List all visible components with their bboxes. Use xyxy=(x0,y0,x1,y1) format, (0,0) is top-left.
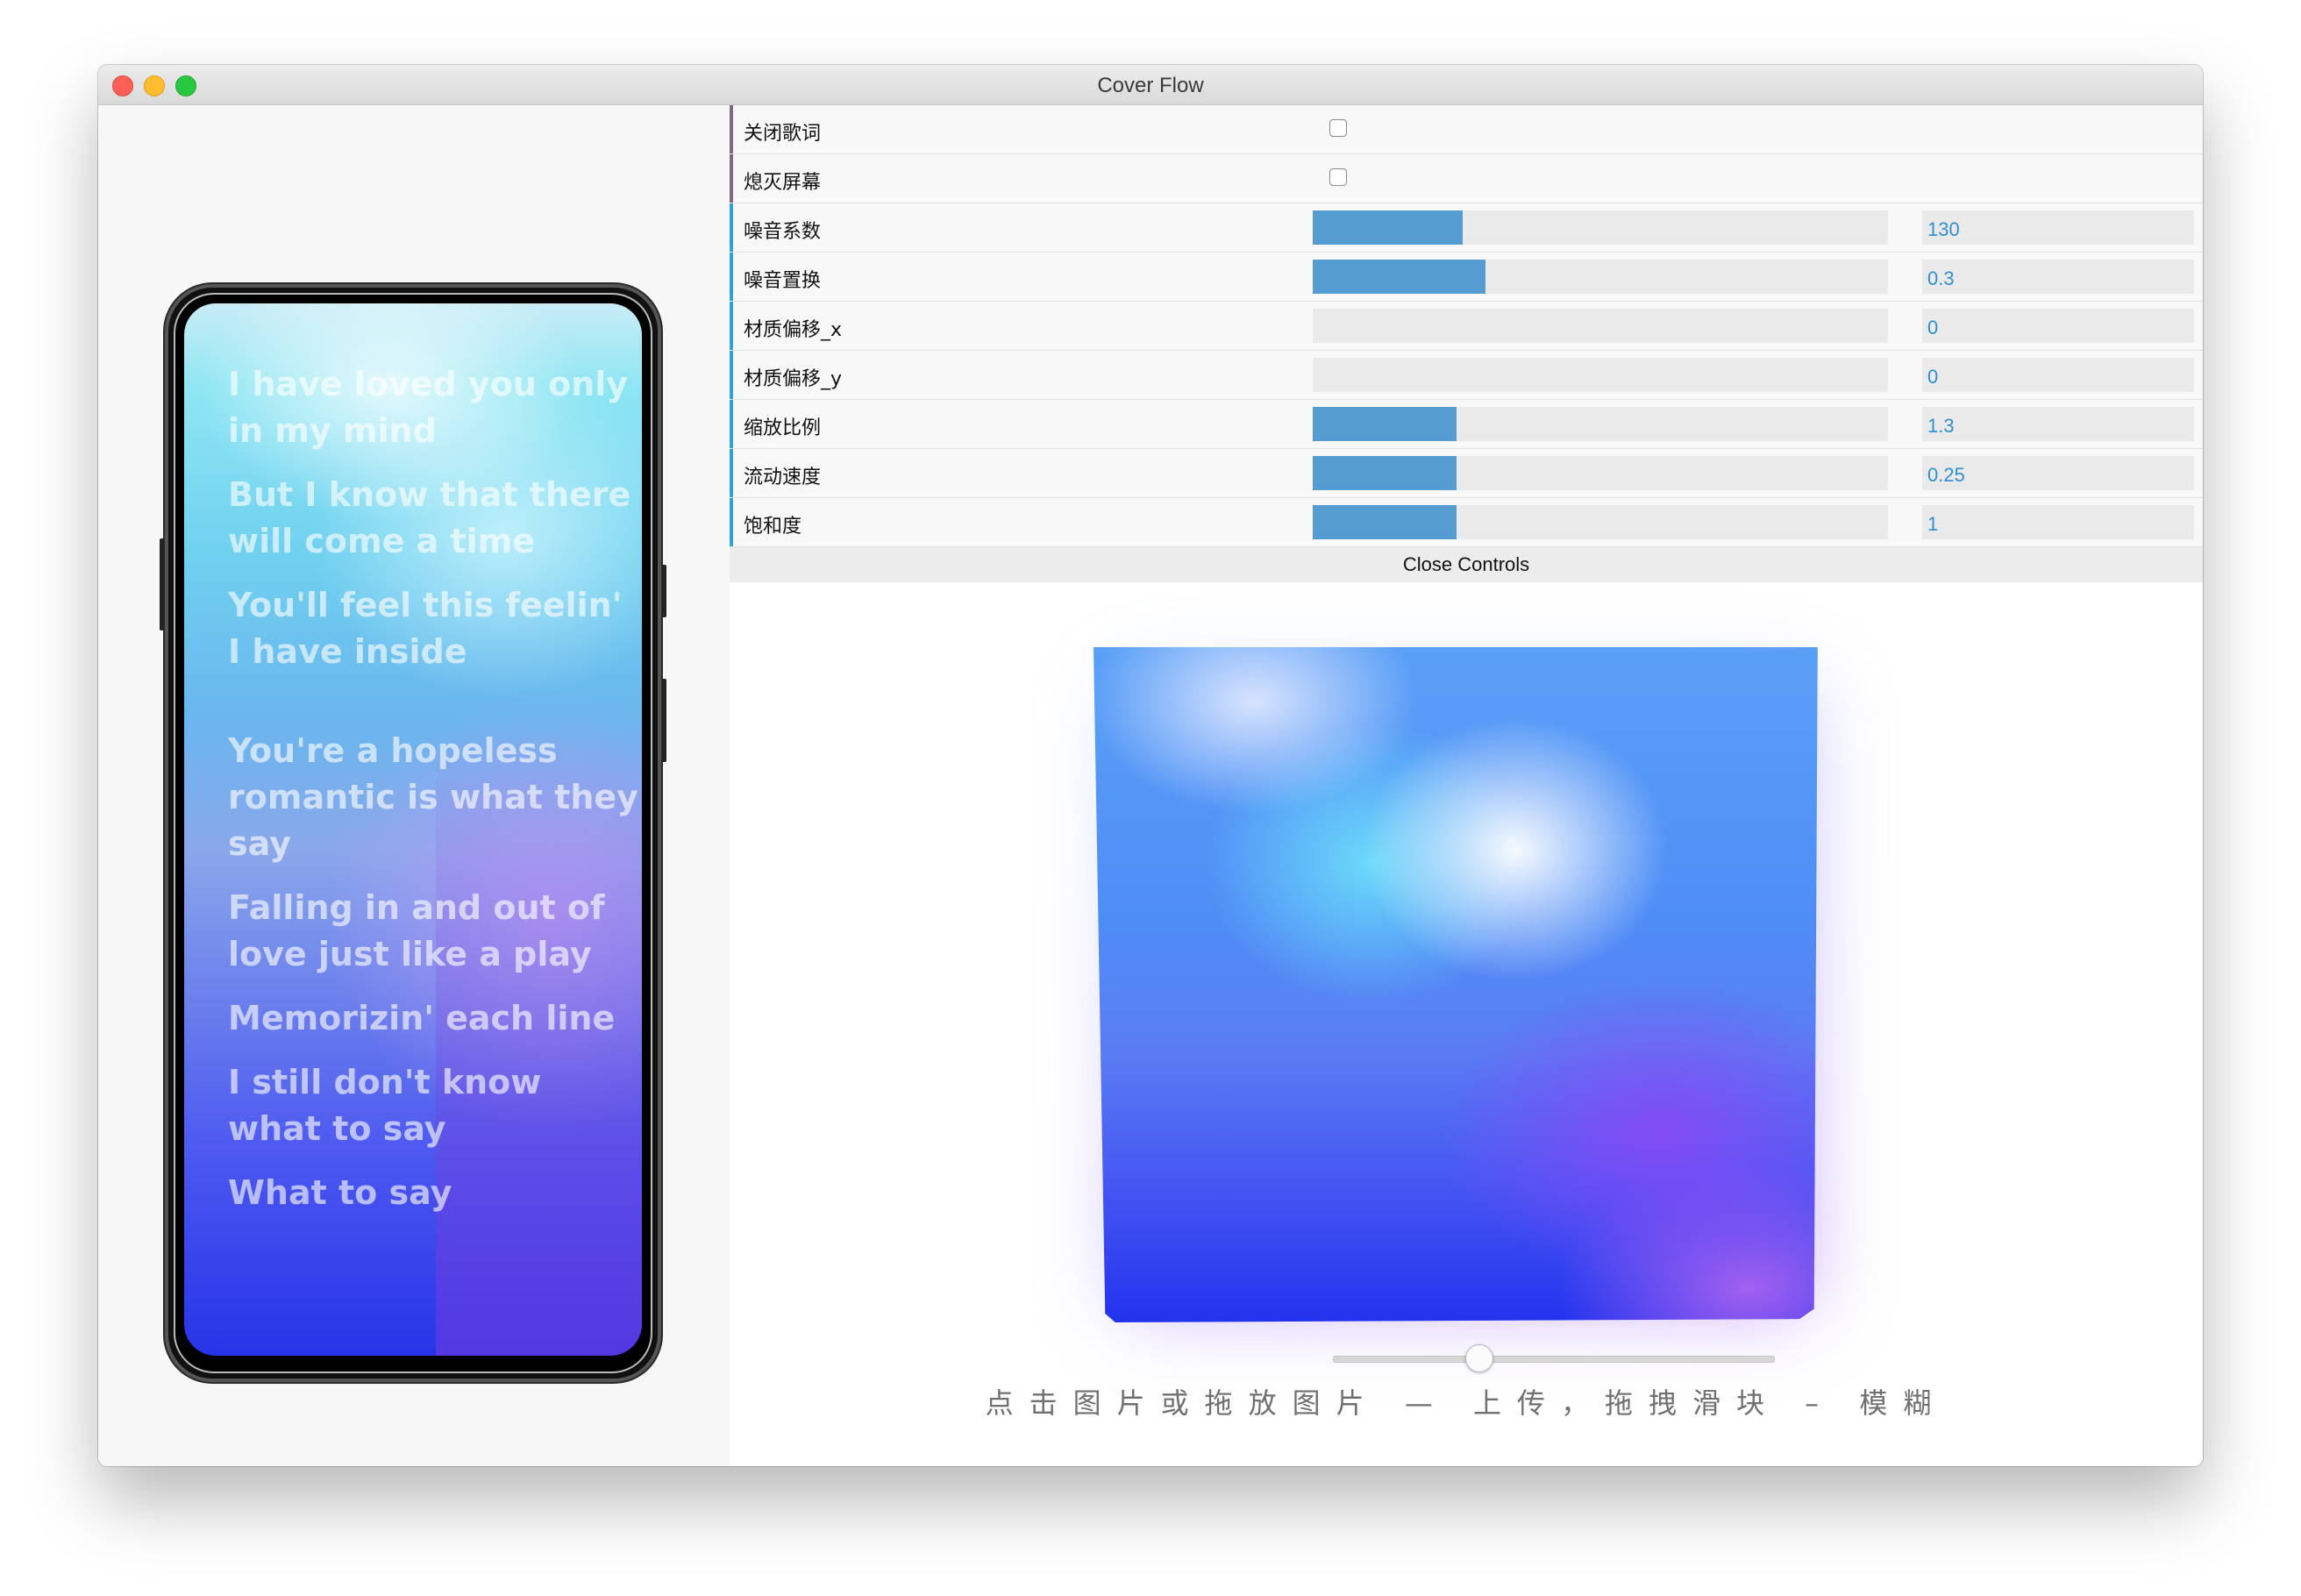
phone-side-button xyxy=(662,565,666,617)
control-label: 关闭歌词 xyxy=(744,123,822,145)
lyric-line: Memorizin' each line xyxy=(228,999,616,1037)
cover-image[interactable] xyxy=(1094,647,1818,1322)
hide-lyrics-checkbox[interactable] xyxy=(1329,119,1347,137)
phone-mockup: I have loved you only in my mind But I k… xyxy=(160,284,666,1382)
noise-displacement-slider[interactable] xyxy=(1313,260,1888,294)
control-label: 材质偏移_y xyxy=(744,368,843,390)
instruction-text: 点击图片或拖放图片 — 上传，拖拽滑块 – 模糊 xyxy=(985,1386,1948,1420)
phone-side-button xyxy=(160,538,164,631)
lyric-line: But I know that there will come a time xyxy=(228,475,631,560)
screen-off-checkbox[interactable] xyxy=(1329,168,1347,186)
blur-slider-thumb[interactable] xyxy=(1465,1344,1494,1372)
slider-fill xyxy=(1313,505,1457,539)
control-row-screen-off: 熄灭屏幕 xyxy=(730,154,2203,203)
cover-image-area[interactable] xyxy=(1094,647,1821,1322)
noise-displacement-input[interactable]: 0.3 xyxy=(1922,260,2194,294)
control-row-flow-speed: 流动速度 0.25 xyxy=(730,449,2203,498)
texture-offset-x-input[interactable]: 0 xyxy=(1922,309,2194,343)
control-label: 流动速度 xyxy=(744,467,822,488)
control-row-texture-offset-y: 材质偏移_y 0 xyxy=(730,351,2203,400)
close-controls-button[interactable]: Close Controls xyxy=(730,547,2203,582)
control-row-texture-offset-x: 材质偏移_x 0 xyxy=(730,302,2203,351)
control-row-hide-lyrics: 关闭歌词 xyxy=(730,105,2203,154)
flow-speed-input[interactable]: 0.25 xyxy=(1922,456,2194,490)
texture-offset-y-slider[interactable] xyxy=(1313,358,1888,392)
window-title: Cover Flow xyxy=(1097,74,1204,97)
title-bar: Cover Flow xyxy=(98,65,2203,105)
control-row-scale: 缩放比例 1.3 xyxy=(730,400,2203,449)
app-window: Cover Flow I have loved you only in my m… xyxy=(98,65,2203,1466)
control-label: 饱和度 xyxy=(744,516,802,538)
texture-offset-x-slider[interactable] xyxy=(1313,309,1888,343)
control-row-noise-coefficient: 噪音系数 130 xyxy=(730,203,2203,253)
slider-fill xyxy=(1313,260,1485,294)
blur-slider-track[interactable] xyxy=(1333,1356,1775,1363)
phone-preview-pane: I have loved you only in my mind But I k… xyxy=(98,105,730,1466)
control-row-noise-displacement: 噪音置换 0.3 xyxy=(730,253,2203,302)
phone-screen: I have loved you only in my mind But I k… xyxy=(184,303,642,1356)
saturation-slider[interactable] xyxy=(1313,505,1888,539)
lyric-line: What to say xyxy=(228,1173,452,1212)
lyric-line: You'll feel this feelin' I have inside xyxy=(228,586,623,671)
control-label: 缩放比例 xyxy=(744,417,822,439)
blur-slider[interactable] xyxy=(1333,1344,1775,1372)
slider-fill xyxy=(1313,407,1457,441)
lyric-line: Falling in and out of love just like a p… xyxy=(228,888,605,973)
slider-fill xyxy=(1313,210,1463,245)
control-label: 噪音系数 xyxy=(744,221,822,243)
control-label: 熄灭屏幕 xyxy=(744,172,822,194)
control-label: 噪音置换 xyxy=(744,270,822,292)
scale-slider[interactable] xyxy=(1313,407,1888,441)
flow-speed-slider[interactable] xyxy=(1313,456,1888,490)
cover-pane: 关闭歌词 熄灭屏幕 噪音系数 130 噪音置换 0.3 材质偏移_x 0 材质偏… xyxy=(730,105,2203,1466)
noise-coefficient-input[interactable]: 130 xyxy=(1922,210,2194,245)
slider-fill xyxy=(1313,456,1457,490)
control-row-saturation: 饱和度 1 xyxy=(730,498,2203,547)
noise-coefficient-slider[interactable] xyxy=(1313,210,1888,245)
saturation-input[interactable]: 1 xyxy=(1922,505,2194,539)
texture-offset-y-input[interactable]: 0 xyxy=(1922,358,2194,392)
lyric-line: I have loved you only in my mind xyxy=(228,365,629,450)
lyrics-list: I have loved you only in my mind But I k… xyxy=(228,361,640,1234)
phone-side-button xyxy=(662,679,666,762)
lyric-line: I still don't know what to say xyxy=(228,1063,542,1148)
lyric-line: You're a hopeless romantic is what they … xyxy=(228,731,638,863)
control-label: 材质偏移_x xyxy=(744,319,843,341)
controls-panel: 关闭歌词 熄灭屏幕 噪音系数 130 噪音置换 0.3 材质偏移_x 0 材质偏… xyxy=(730,105,2203,582)
scale-input[interactable]: 1.3 xyxy=(1922,407,2194,441)
